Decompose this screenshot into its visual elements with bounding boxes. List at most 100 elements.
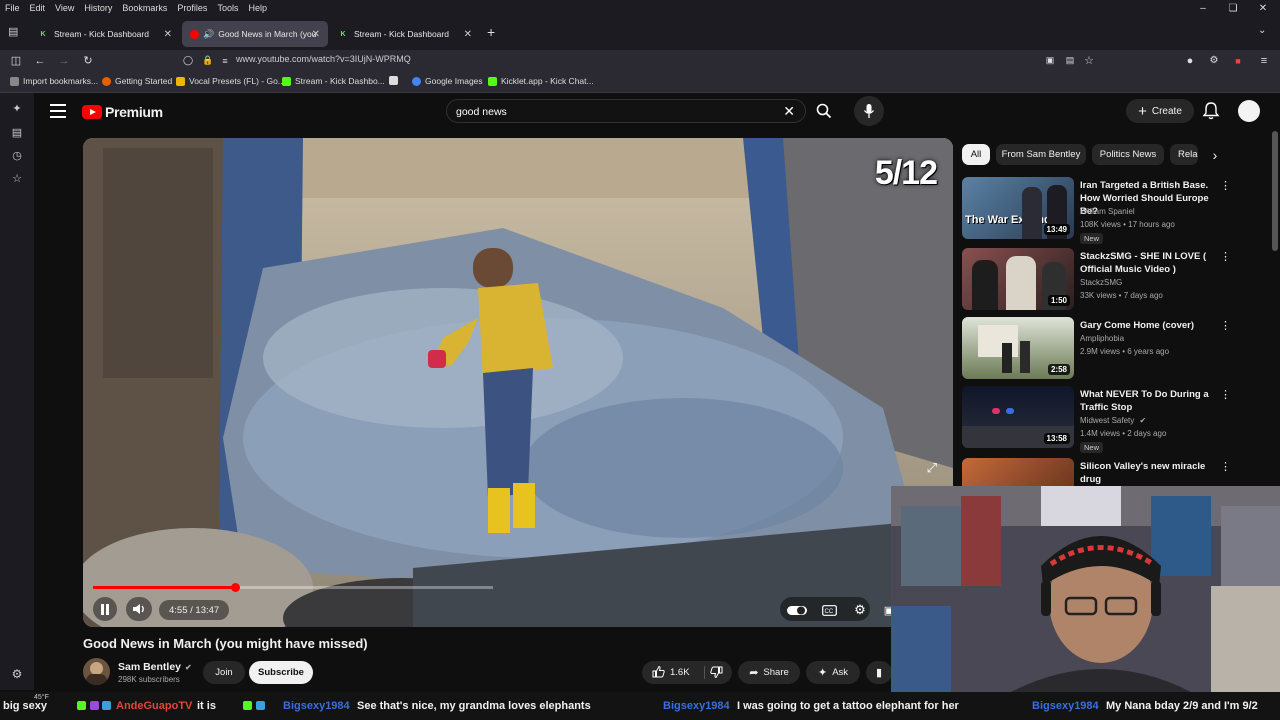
youtube-logo[interactable]: Premium xyxy=(82,104,163,120)
more-options-icon[interactable]: ⋮ xyxy=(1220,460,1231,473)
menu-bookmarks[interactable]: Bookmarks xyxy=(117,3,172,13)
synced-tabs-icon[interactable]: ▤ xyxy=(8,123,26,141)
search-input[interactable]: good news ✕ xyxy=(446,99,806,123)
more-options-icon[interactable]: ⋮ xyxy=(1220,250,1231,263)
forward-icon[interactable]: → xyxy=(54,50,74,71)
voice-search-button[interactable] xyxy=(854,96,884,126)
pause-button[interactable] xyxy=(93,597,117,621)
url-bar[interactable]: www.youtube.com/watch?v=3IUjN-WPRMQ xyxy=(236,54,411,64)
tab-overview-icon[interactable]: ▤ xyxy=(8,25,18,38)
progress-bar[interactable] xyxy=(93,583,493,592)
notifications-bell-icon[interactable] xyxy=(1202,101,1220,121)
bookmark-google-images[interactable]: Google Images xyxy=(412,76,483,86)
bookmark-star-icon[interactable]: ☆ xyxy=(1079,50,1099,71)
sidebar-settings-icon[interactable]: ⚙ xyxy=(8,665,26,683)
new-tab-icon[interactable]: + xyxy=(487,24,495,40)
list-item[interactable]: 2:58 Gary Come Home (cover) Ampliphobia … xyxy=(962,317,1262,379)
more-options-icon[interactable]: ⋮ xyxy=(1220,179,1231,192)
bookmarks-icon[interactable]: ☆ xyxy=(8,169,26,187)
chat-ticker: big sexy AndeGuapoTV it is Bigsexy1984 S… xyxy=(0,692,1280,720)
extension-badge-icon[interactable]: ■ xyxy=(1228,50,1248,71)
subscribe-button[interactable]: Subscribe xyxy=(249,661,313,684)
chip-from-sam-bentley[interactable]: From Sam Bentley xyxy=(996,144,1086,165)
menu-history[interactable]: History xyxy=(79,3,117,13)
more-options-icon[interactable]: ⋮ xyxy=(1220,319,1231,332)
expand-overlay-icon[interactable]: ⤢ xyxy=(927,460,937,476)
account-avatar[interactable] xyxy=(1238,100,1260,122)
toggle-icon xyxy=(787,605,807,615)
close-icon[interactable]: ✕ xyxy=(312,29,320,40)
list-item[interactable]: 1:50 StackzSMG - SHE IN LOVE ( Official … xyxy=(962,248,1262,310)
recommendation-title: StackzSMG - SHE IN LOVE ( Official Music… xyxy=(1080,251,1207,275)
channel-avatar[interactable] xyxy=(83,658,110,685)
close-icon[interactable]: ✕ xyxy=(464,29,472,40)
permissions-icon[interactable]: ≡ xyxy=(215,50,235,71)
clear-search-icon[interactable]: ✕ xyxy=(783,103,795,120)
chip-all[interactable]: All xyxy=(962,144,990,165)
extensions-icon[interactable]: ⚙ xyxy=(1204,50,1224,71)
page-scrollbar[interactable] xyxy=(1272,131,1278,251)
tab-kick-dashboard-2[interactable]: K Stream - Kick Dashboard ✕ xyxy=(330,21,480,47)
chip-related[interactable]: Rela xyxy=(1170,144,1198,165)
bookmark-vocal-presets[interactable]: Vocal Presets (FL) - Go... xyxy=(176,76,285,86)
chat-username: Bigsexy1984 xyxy=(663,700,730,712)
badge-icon xyxy=(102,701,111,710)
list-item[interactable]: The War Expands 13:49 Iran Targeted a Br… xyxy=(962,177,1262,244)
bookmark-kick-dashboard[interactable]: Stream - Kick Dashbo... xyxy=(282,76,385,86)
search-button[interactable] xyxy=(806,99,842,123)
save-page-icon[interactable]: ▤ xyxy=(1060,50,1080,71)
bookmark-s[interactable] xyxy=(389,76,402,85)
list-item[interactable]: 13:58 What NEVER To Do During a Traffic … xyxy=(962,386,1262,453)
weather-widget[interactable]: 45°F xyxy=(34,694,49,701)
create-button[interactable]: + Create xyxy=(1126,99,1194,123)
video-overlay-counter: 5/12 xyxy=(874,154,938,192)
menu-edit[interactable]: Edit xyxy=(25,3,51,13)
restore-icon[interactable]: ❏ xyxy=(1218,0,1248,16)
hamburger-menu-icon[interactable] xyxy=(50,104,66,118)
speaker-icon[interactable]: 🔊 xyxy=(203,29,214,40)
chat-message: it is xyxy=(197,700,216,712)
menu-tools[interactable]: Tools xyxy=(212,3,243,13)
share-button[interactable]: ➦ Share xyxy=(738,661,800,684)
menu-profiles[interactable]: Profiles xyxy=(172,3,212,13)
ai-chat-icon[interactable]: ✦ xyxy=(8,99,26,117)
picture-in-picture-icon[interactable]: ▣ xyxy=(1040,50,1060,71)
minimize-icon[interactable]: – xyxy=(1188,0,1218,16)
save-button[interactable]: ▮ xyxy=(866,661,892,684)
close-icon[interactable]: ✕ xyxy=(164,29,172,40)
history-icon[interactable]: ◷ xyxy=(8,146,26,164)
bookmark-import[interactable]: Import bookmarks... xyxy=(10,76,98,86)
more-options-icon[interactable]: ⋮ xyxy=(1220,388,1231,401)
shield-icon[interactable]: ◯ xyxy=(178,50,198,71)
reload-icon[interactable]: ↻ xyxy=(78,50,98,71)
captions-button[interactable]: CC xyxy=(818,597,840,623)
app-menu-icon[interactable]: ≡ xyxy=(1254,50,1274,71)
volume-button[interactable] xyxy=(126,597,152,621)
autoplay-toggle[interactable] xyxy=(786,597,808,623)
dislike-button[interactable] xyxy=(710,666,723,682)
account-icon[interactable]: ● xyxy=(1180,50,1200,71)
list-tabs-icon[interactable]: ⌄ xyxy=(1258,25,1266,36)
menu-help[interactable]: Help xyxy=(243,3,272,13)
bookmark-getting-started[interactable]: Getting Started xyxy=(102,76,172,86)
join-button[interactable]: Join xyxy=(203,661,245,684)
channel-name[interactable]: Sam Bentley ✔ xyxy=(118,661,192,673)
sidebar-toggle-icon[interactable]: ◫ xyxy=(6,50,26,71)
bookmark-kicklet[interactable]: Kicklet.app - Kick Chat... xyxy=(488,76,594,86)
ask-button[interactable]: ✦ Ask xyxy=(806,661,860,684)
video-player[interactable]: 5/12 ⤢ 4:55 / 13:47 CC ⚙ ▣ xyxy=(83,138,953,627)
menu-file[interactable]: File xyxy=(0,3,25,13)
chevron-right-icon[interactable]: › xyxy=(1204,144,1226,165)
recommendation-views: 108K views • 17 hours ago xyxy=(1080,220,1175,229)
settings-button[interactable]: ⚙ xyxy=(849,597,871,623)
chip-politics-news[interactable]: Politics News xyxy=(1092,144,1164,165)
like-button[interactable] xyxy=(652,665,665,681)
divider xyxy=(704,666,705,679)
tab-kick-dashboard-1[interactable]: K Stream - Kick Dashboard ✕ xyxy=(30,21,180,47)
back-icon[interactable]: ← xyxy=(30,50,50,71)
menu-view[interactable]: View xyxy=(50,3,79,13)
webcam-overlay xyxy=(891,486,1280,692)
close-window-icon[interactable]: ✕ xyxy=(1248,0,1278,16)
like-dislike-group: 1.6K xyxy=(642,661,732,684)
tab-youtube-video[interactable]: 🔊 Good News in March (you ✕ xyxy=(182,21,328,47)
